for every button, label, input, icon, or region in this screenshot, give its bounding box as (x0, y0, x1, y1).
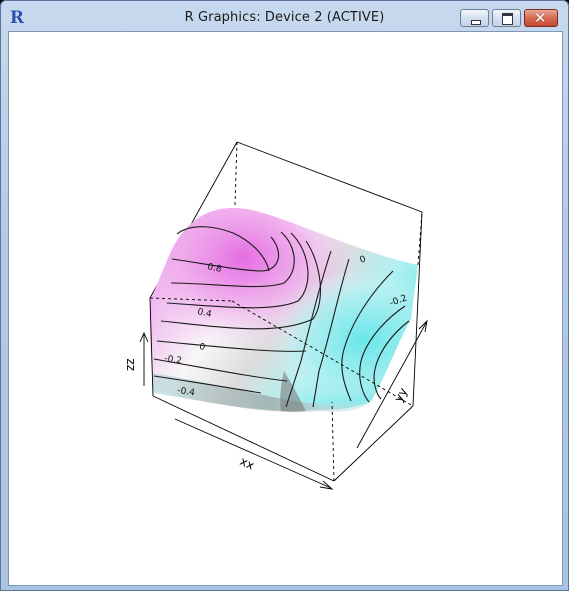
minimize-icon (471, 20, 481, 25)
maximize-button[interactable] (492, 9, 521, 27)
x-axis-label: xx (238, 454, 257, 473)
r-graphics-window: R R Graphics: Device 2 (ACTIVE) ✕ 0.8 0.… (0, 0, 569, 591)
graphics-canvas[interactable]: 0.8 0.4 0 -0.2 -0.4 0 -0.2 xx yy zz (8, 31, 563, 586)
minimize-button[interactable] (460, 9, 489, 27)
perspective-plot: 0.8 0.4 0 -0.2 -0.4 0 -0.2 xx yy zz (123, 141, 428, 490)
close-button[interactable]: ✕ (524, 9, 558, 27)
maximize-icon (502, 13, 513, 25)
y-axis-label: yy (391, 385, 410, 404)
close-icon: ✕ (534, 9, 547, 27)
z-axis-label: zz (123, 358, 137, 371)
